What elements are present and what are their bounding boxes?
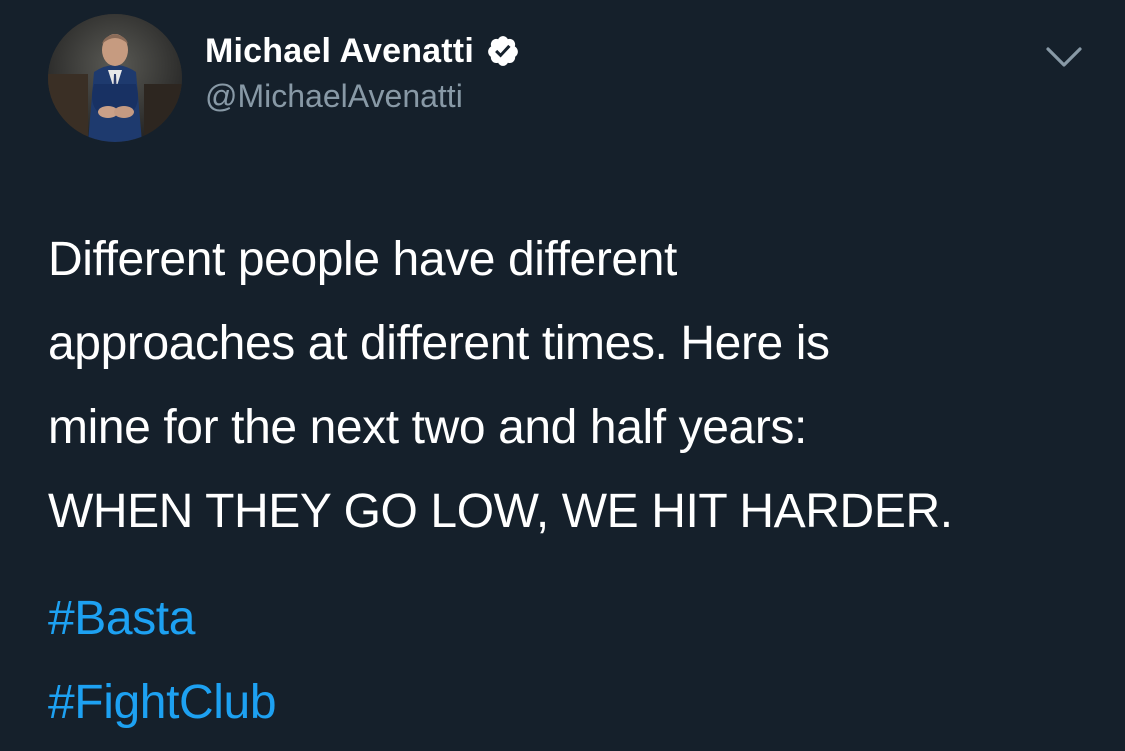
author-name-row[interactable]: Michael Avenatti	[205, 26, 520, 76]
tweet-text-line: approaches at different times. Here is	[48, 317, 830, 370]
tweet-text-line: WHEN THEY GO LOW, WE HIT HARDER.	[48, 485, 953, 538]
tweet-text-line: mine for the next two and half years:	[48, 401, 807, 454]
display-name[interactable]: Michael Avenatti	[205, 32, 474, 71]
tweet-text-line: Different people have different	[48, 233, 677, 286]
hashtag-basta-link[interactable]: #Basta	[48, 577, 276, 661]
chevron-down-icon[interactable]	[1044, 42, 1084, 72]
author-handle[interactable]: @MichaelAvenatti	[205, 78, 463, 115]
avatar[interactable]	[48, 14, 182, 142]
hashtag-fightclub-link[interactable]: #FightClub	[48, 661, 277, 745]
profile-photo	[48, 14, 182, 142]
verified-badge-icon	[488, 36, 518, 66]
tweet-card: Michael Avenatti @MichaelAvenatti Differ…	[0, 0, 1125, 751]
tweet-text: Different people have different approach…	[48, 218, 1108, 554]
hashtag-list: #Basta #FightClub	[48, 577, 277, 745]
